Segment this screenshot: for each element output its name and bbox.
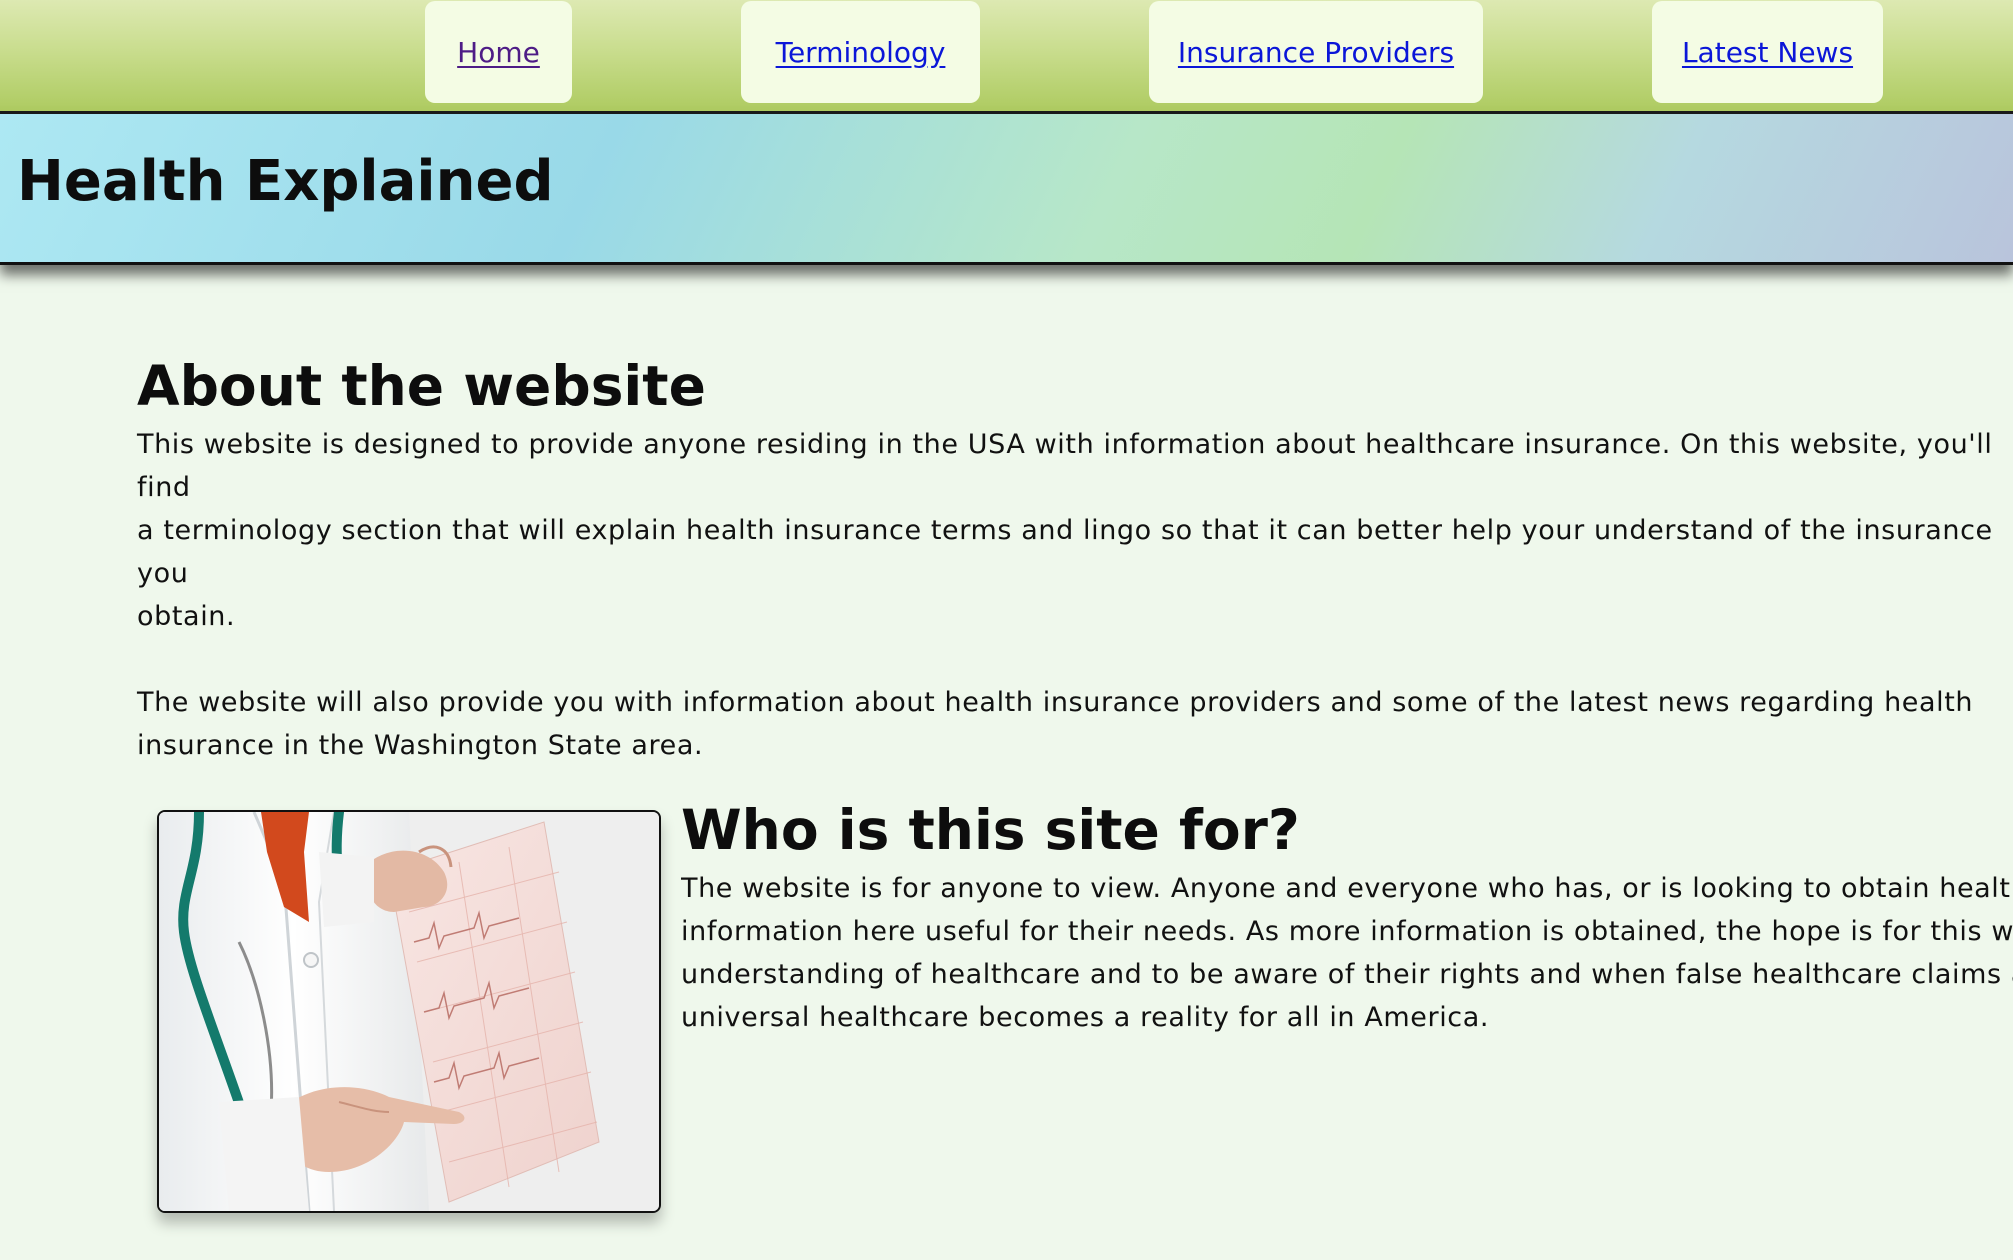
site-title: Health Explained xyxy=(17,149,554,214)
who-paragraph-line-4: universal healthcare becomes a reality f… xyxy=(681,1002,1490,1033)
about-paragraph-1-line-3: obtain. xyxy=(137,601,236,632)
who-paragraph-line-1: The website is for anyone to view. Anyon… xyxy=(681,873,2013,904)
who-paragraph-line-3: understanding of healthcare and to be aw… xyxy=(681,959,2013,990)
doctor-ecg-image xyxy=(159,812,659,1211)
doctor-photo xyxy=(157,810,661,1213)
nav-link-latest-news[interactable]: Latest News xyxy=(1682,36,1853,69)
who-heading: Who is this site for? xyxy=(681,798,1300,862)
nav-link-insurance-providers[interactable]: Insurance Providers xyxy=(1178,36,1454,69)
about-paragraph-1-line-2: a terminology section that will explain … xyxy=(137,515,1993,589)
nav-button-insurance-providers[interactable]: Insurance Providers xyxy=(1149,1,1483,103)
who-section: Who is this site for? The website is for… xyxy=(681,796,2013,1039)
site-banner: Health Explained xyxy=(0,114,2013,265)
nav-button-latest-news[interactable]: Latest News xyxy=(1652,1,1883,103)
about-heading: About the website xyxy=(137,354,706,418)
about-paragraph-2-line-2: insurance in the Washington State area. xyxy=(137,730,704,761)
nav-link-terminology[interactable]: Terminology xyxy=(776,36,946,69)
about-paragraph-1-line-1: This website is designed to provide anyo… xyxy=(137,429,1993,503)
about-section: About the website This website is design… xyxy=(137,352,2007,767)
nav-button-terminology[interactable]: Terminology xyxy=(741,1,980,103)
nav-link-home[interactable]: Home xyxy=(457,36,540,69)
about-paragraph-2: The website will also provide you with i… xyxy=(137,681,1987,767)
about-paragraph-2-line-1: The website will also provide you with i… xyxy=(137,687,1974,718)
who-paragraph: The website is for anyone to view. Anyon… xyxy=(681,867,2013,1039)
who-paragraph-line-2: information here useful for their needs.… xyxy=(681,916,2013,947)
top-navigation: Home Terminology Insurance Providers Lat… xyxy=(0,0,2013,114)
nav-button-home[interactable]: Home xyxy=(425,1,572,103)
about-paragraph-1: This website is designed to provide anyo… xyxy=(137,423,2007,638)
